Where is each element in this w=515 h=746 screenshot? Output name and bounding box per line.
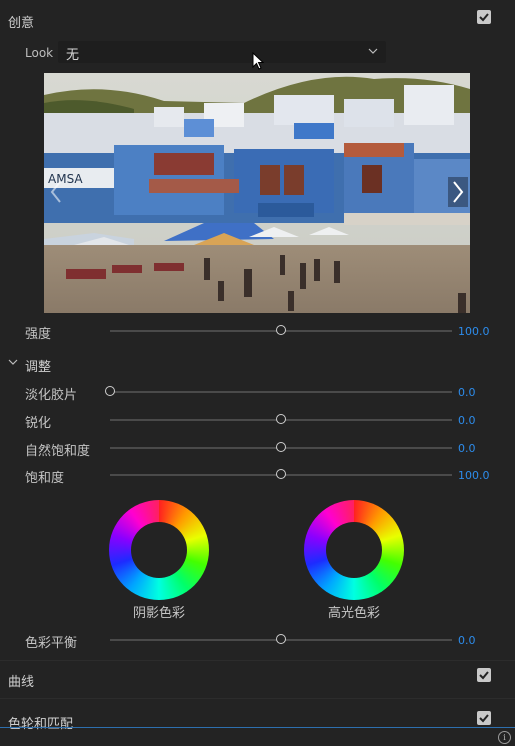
highlight-tint-label: 高光色彩	[327, 606, 380, 621]
look-preview-image: AMSA	[44, 73, 470, 313]
tint-balance-slider-thumb[interactable]	[275, 634, 286, 644]
section-divider	[0, 660, 515, 661]
chevron-right-icon	[453, 181, 464, 203]
highlight-tint-wheel[interactable]	[304, 500, 404, 600]
saturation-label: 饱和度	[25, 471, 65, 486]
saturation-slider-thumb[interactable]	[275, 469, 286, 479]
vibrance-value[interactable]: 0.0	[458, 442, 476, 455]
chevron-down-icon[interactable]	[8, 358, 18, 366]
intensity-value[interactable]: 100.0	[458, 325, 490, 338]
chevron-down-icon	[368, 48, 378, 54]
creative-enable-checkbox[interactable]	[477, 10, 491, 24]
shadow-tint-wheel-center[interactable]	[131, 522, 187, 578]
shadow-tint-label: 阴影色彩	[132, 606, 185, 621]
look-dropdown[interactable]: 无	[58, 41, 386, 63]
bottom-separator	[0, 727, 515, 728]
vibrance-slider-thumb[interactable]	[275, 442, 286, 452]
color-wheels-enable-checkbox[interactable]	[477, 711, 491, 725]
info-icon[interactable]: i	[498, 731, 511, 744]
preview-next-button[interactable]	[448, 177, 468, 207]
mouse-cursor-icon	[252, 52, 265, 70]
color-wheels-section-title[interactable]: 色轮和匹配	[8, 713, 73, 732]
highlight-tint-wheel-center[interactable]	[326, 522, 382, 578]
sharpen-slider-thumb[interactable]	[275, 414, 286, 424]
faded-film-value[interactable]: 0.0	[458, 386, 476, 399]
checkmark-icon	[479, 714, 489, 723]
faded-film-slider-thumb[interactable]	[104, 386, 115, 396]
look-label: Look	[25, 46, 54, 60]
saturation-value[interactable]: 100.0	[458, 469, 490, 482]
intensity-label: 强度	[25, 327, 52, 342]
intensity-slider-thumb[interactable]	[275, 325, 286, 335]
checkmark-icon	[479, 13, 489, 22]
checkmark-icon	[479, 671, 489, 680]
faded-film-slider-track[interactable]	[110, 391, 452, 393]
tint-balance-label: 色彩平衡	[25, 636, 78, 651]
sharpen-label: 锐化	[25, 416, 52, 431]
tint-balance-value[interactable]: 0.0	[458, 634, 476, 647]
creative-section-title[interactable]: 创意	[8, 12, 34, 31]
look-dropdown-value: 无	[66, 48, 80, 63]
chevron-left-icon	[50, 181, 61, 203]
section-divider	[0, 698, 515, 699]
adjustments-section-title[interactable]: 调整	[25, 356, 51, 375]
faded-film-label: 淡化胶片	[25, 388, 78, 403]
preview-prev-button[interactable]	[46, 177, 66, 207]
curves-enable-checkbox[interactable]	[477, 668, 491, 682]
vibrance-label: 自然饱和度	[25, 444, 91, 459]
curves-section-title[interactable]: 曲线	[8, 671, 34, 690]
shadow-tint-wheel[interactable]	[109, 500, 209, 600]
sharpen-value[interactable]: 0.0	[458, 414, 476, 427]
